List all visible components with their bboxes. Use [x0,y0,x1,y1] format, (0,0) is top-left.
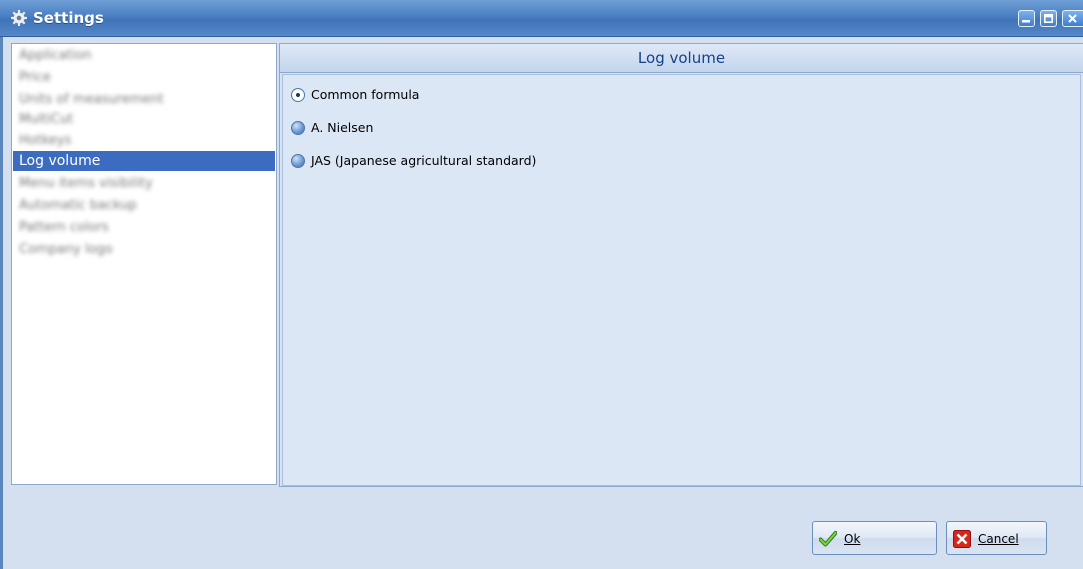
close-icon [1068,14,1077,23]
cancel-button-label: Cancel [978,532,1019,546]
close-button[interactable] [1062,10,1083,27]
ok-button[interactable]: Ok [812,521,937,555]
checkmark-icon [819,531,837,547]
radio-label: JAS (Japanese agricultural standard) [311,153,537,168]
sidebar-item-log-volume[interactable]: Log volume [13,151,275,171]
sidebar-item-application[interactable]: Application [13,46,275,66]
radio-button[interactable] [291,154,305,168]
radio-label: A. Nielsen [311,120,374,135]
red-x-icon [953,530,971,548]
sidebar-item-company-logo[interactable]: Company logo [13,240,275,260]
title-bar[interactable]: Settings [0,0,1083,37]
settings-category-list[interactable]: Application Price Units of measurement M… [11,43,277,485]
sidebar-item-price[interactable]: Price [13,68,275,88]
radio-button[interactable] [291,121,305,135]
maximize-icon [1044,14,1053,23]
maximize-button[interactable] [1040,10,1057,27]
radio-button-checked[interactable] [291,88,305,102]
minimize-icon [1022,20,1030,23]
gear-icon [11,10,27,26]
sidebar-item-hotkeys[interactable]: Hotkeys [13,131,275,151]
ok-button-label: Ok [844,532,861,546]
sidebar-item-automatic-backup[interactable]: Automatic backup [13,196,275,216]
cancel-button[interactable]: Cancel [946,521,1047,555]
settings-panel: Log volume Common formula A. Nielsen JAS… [279,43,1083,487]
sidebar-item-units-of-measurement[interactable]: Units of measurement [13,90,275,110]
sidebar-item-pattern-colors[interactable]: Pattern colors [13,218,275,238]
window-title: Settings [33,9,104,27]
log-volume-options: Common formula A. Nielsen JAS (Japanese … [282,74,1081,486]
sidebar-item-multicut[interactable]: MultiCut [13,110,275,130]
sidebar-item-menu-items-visibility[interactable]: Menu items visibility [13,174,275,194]
panel-header: Log volume [280,44,1083,73]
radio-label: Common formula [311,87,420,102]
panel-title: Log volume [637,49,726,67]
minimize-button[interactable] [1018,10,1035,27]
